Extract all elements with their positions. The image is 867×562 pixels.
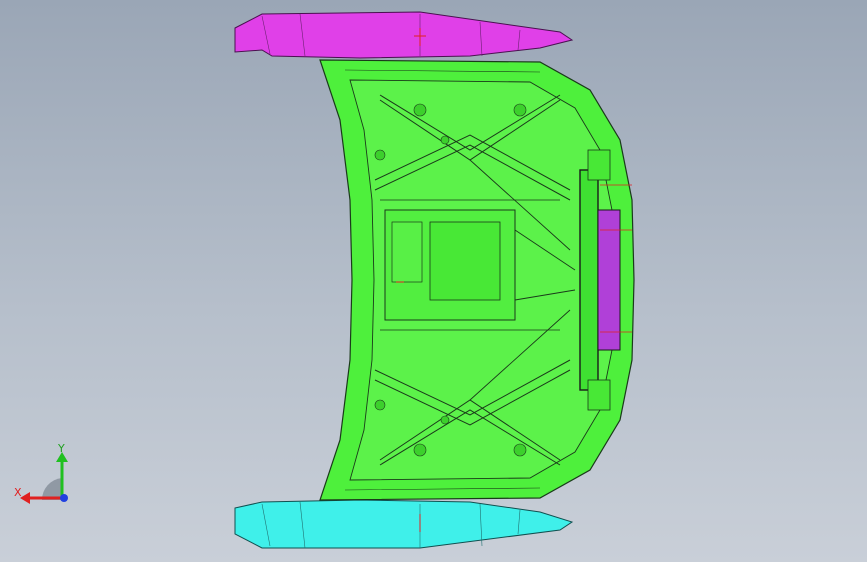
z-axis-icon (60, 494, 68, 502)
cad-viewport[interactable]: Y X (0, 0, 867, 562)
bottom-flange[interactable] (234, 499, 574, 549)
y-axis-label: Y (57, 442, 65, 455)
hood-inner-panel-model[interactable] (0, 0, 867, 562)
x-axis-label: X (14, 486, 22, 499)
axis-triad: Y X (14, 442, 68, 504)
top-flange[interactable] (234, 11, 574, 59)
